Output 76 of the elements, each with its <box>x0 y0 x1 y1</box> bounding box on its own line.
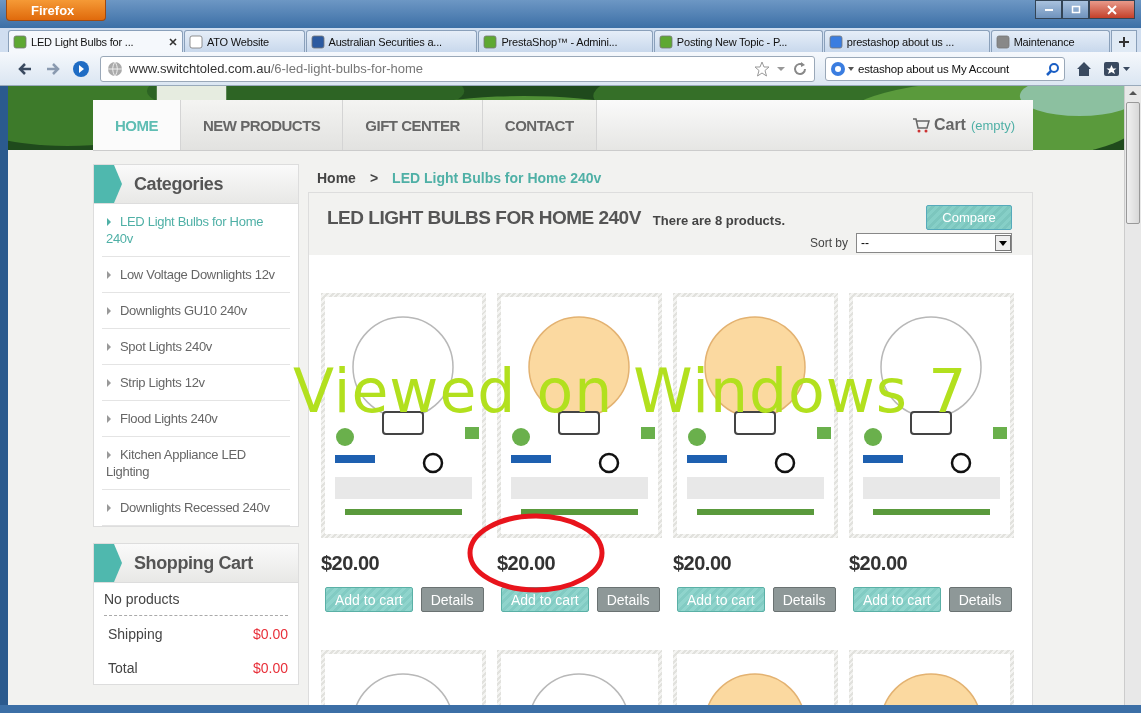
scrollbar[interactable] <box>1124 86 1141 705</box>
category-link[interactable]: Flood Lights 240v <box>102 401 290 437</box>
scrollbar-thumb[interactable] <box>1126 102 1140 224</box>
favicon-icon <box>828 34 843 49</box>
chevron-icon <box>106 415 112 423</box>
browser-tab[interactable]: LED Light Bulbs for ... <box>8 30 183 52</box>
close-button[interactable] <box>1089 0 1135 19</box>
menu-tab[interactable]: NEW PRODUCTS <box>181 100 344 150</box>
media-icon[interactable] <box>72 59 90 78</box>
chevron-icon <box>106 379 112 387</box>
product-price: $20.00 <box>321 552 381 575</box>
favicon-icon <box>995 34 1010 49</box>
category-link[interactable]: Downlights Recessed 240v <box>102 490 290 526</box>
favicon-icon <box>310 34 325 49</box>
minimize-button[interactable] <box>1035 0 1062 19</box>
maximize-icon <box>1070 4 1081 15</box>
product-price: $20.00 <box>849 552 909 575</box>
sort-select[interactable]: -- <box>856 233 1012 253</box>
chevron-icon <box>106 271 112 279</box>
chevron-icon <box>106 451 112 459</box>
sort-label: Sort by <box>810 236 848 250</box>
product-price: $20.00 <box>673 552 733 575</box>
bookmarks-icon[interactable] <box>1103 59 1131 78</box>
google-icon <box>830 60 856 77</box>
page-heading: LED LIGHT BULBS FOR HOME 240V <box>327 206 641 229</box>
cart-icon[interactable] <box>911 117 930 133</box>
close-icon[interactable] <box>167 36 178 47</box>
reload-icon[interactable] <box>792 60 808 77</box>
favicon-icon <box>658 34 673 49</box>
browser-tab[interactable]: PrestaShop™ - Admini... <box>478 30 653 52</box>
menu-tab[interactable]: GIFT CENTER <box>343 100 483 150</box>
home-icon[interactable] <box>1075 59 1093 78</box>
category-link[interactable]: Spot Lights 240v <box>102 329 290 365</box>
category-link[interactable]: Low Voltage Downlights 12v <box>102 257 290 293</box>
cart-status: (empty) <box>970 117 1015 133</box>
new-tab-button[interactable] <box>1111 30 1137 52</box>
product-count: There are 8 products. <box>652 213 786 228</box>
favicon-icon <box>13 34 27 49</box>
star-icon[interactable] <box>754 60 770 77</box>
category-link[interactable]: Strip Lights 12v <box>102 365 290 401</box>
chevron-icon <box>106 343 112 351</box>
favicon-icon <box>483 34 498 49</box>
maximize-button[interactable] <box>1062 0 1089 19</box>
cart-row-label: Total <box>108 660 138 676</box>
cart-row-value: $0.00 <box>252 660 288 676</box>
flag-icon <box>94 544 124 582</box>
browser-tab[interactable]: prestashop about us ... <box>823 30 990 52</box>
browser-tab[interactable]: Australian Securities a... <box>305 30 478 52</box>
cart-link[interactable]: Cart <box>933 116 966 134</box>
panel-title: Categories <box>134 173 224 195</box>
category-link[interactable]: Kitchen Appliance LED Lighting <box>102 437 290 490</box>
chevron-icon <box>106 307 112 315</box>
close-icon <box>1107 4 1117 15</box>
minimize-icon <box>1044 8 1053 11</box>
browser-tab[interactable]: ATO Website <box>183 30 305 52</box>
plus-icon <box>1118 35 1130 48</box>
dropdown-icon[interactable] <box>995 235 1011 251</box>
product-price: $20.00 <box>497 552 557 575</box>
search-icon[interactable] <box>1046 61 1060 76</box>
empty-cart-text: No products <box>104 583 288 616</box>
category-link[interactable]: Downlights GU10 240v <box>102 293 290 329</box>
browser-tab[interactable]: Maintenance <box>990 30 1110 52</box>
browser-tab[interactable]: Posting New Topic - P... <box>653 30 823 52</box>
panel-title: Shopping Cart <box>134 552 253 574</box>
chevron-icon <box>106 218 112 226</box>
address-field[interactable]: www.switchtoled.com.au/6-led-light-bulbs-for-home <box>100 55 815 82</box>
breadcrumb-separator: > <box>369 170 379 186</box>
search-field[interactable]: estashop about us My Account <box>825 56 1065 81</box>
breadcrumb-link[interactable]: Home <box>317 170 356 186</box>
menu-tab[interactable]: CONTACT <box>482 100 597 150</box>
globe-icon <box>107 60 123 77</box>
favicon-icon <box>188 34 203 49</box>
flag-icon <box>94 165 124 203</box>
cart-row-label: Shipping <box>108 626 163 642</box>
cart-row-value: $0.00 <box>252 626 288 642</box>
chevron-icon <box>106 504 112 512</box>
